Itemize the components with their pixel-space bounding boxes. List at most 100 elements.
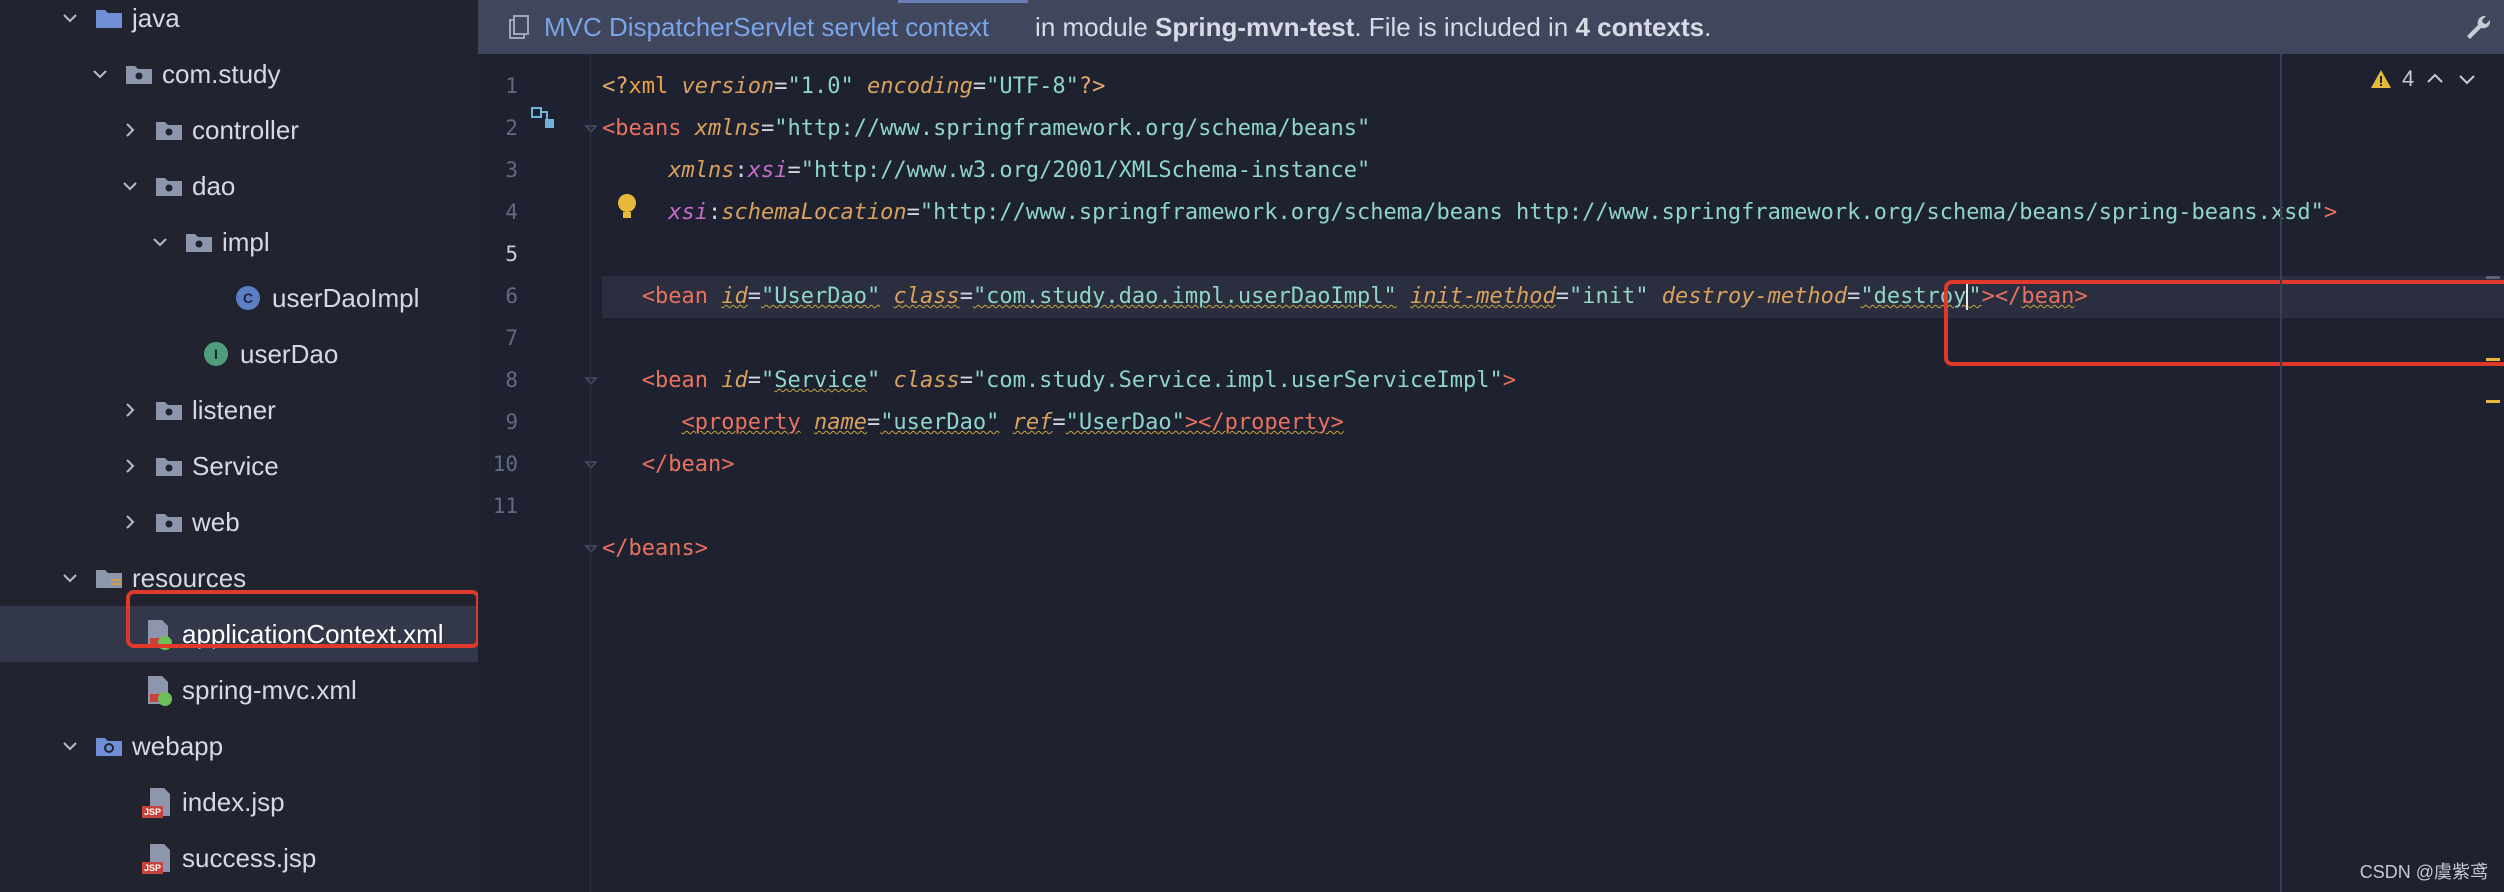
chevron-right-icon[interactable] <box>118 510 142 534</box>
fold-marker-icon[interactable] <box>584 374 598 388</box>
tree-item-impl[interactable]: impl <box>0 214 478 270</box>
chevron-down-icon[interactable] <box>148 230 172 254</box>
editor-gutter: 1 2 3 4 5 6 7 8 9 10 11 <box>478 54 598 892</box>
tree-item-label: web <box>192 506 240 537</box>
tree-item-userdaoimpl[interactable]: CuserDaoImpl <box>0 270 478 326</box>
fold-marker-icon[interactable] <box>584 542 598 556</box>
chevron-right-icon[interactable] <box>118 454 142 478</box>
tree-item-label: com.study <box>162 58 281 89</box>
line-number: 5 <box>505 242 518 266</box>
tree-item-index-jsp[interactable]: JSP index.jsp <box>0 774 478 830</box>
warning-count: 4 <box>2402 66 2415 91</box>
line-number: 7 <box>505 326 518 350</box>
package-icon <box>154 452 184 480</box>
scroll-marker <box>2486 276 2500 279</box>
package-icon <box>124 60 154 88</box>
tree-item-label: listener <box>192 394 276 425</box>
jsp-file-icon: JSP <box>142 842 172 874</box>
warning-icon <box>2371 70 2391 88</box>
chevron-down-icon[interactable] <box>118 174 142 198</box>
tree-item-userdao[interactable]: IuserDao <box>0 326 478 382</box>
class-icon: C <box>236 286 260 310</box>
jsp-tag: JSP <box>142 862 164 874</box>
line-number: 4 <box>505 200 518 224</box>
tree-item-dao[interactable]: dao <box>0 158 478 214</box>
line-number: 2 <box>505 116 518 140</box>
code-line-8: <property name="userDao" ref="UserDao"><… <box>681 410 1344 435</box>
inspection-widget[interactable]: 4 <box>2370 66 2478 92</box>
chevron-right-icon[interactable] <box>118 118 142 142</box>
tree-item-label: resources <box>132 562 247 593</box>
banner-tab-indicator <box>898 0 1028 3</box>
tree-item-label: success.jsp <box>182 842 317 873</box>
tree-item-label: controller <box>192 114 299 145</box>
line-number: 3 <box>505 158 518 182</box>
package-icon <box>154 508 184 536</box>
code-area[interactable]: <?xml version="1.0" encoding="UTF-8"?> <… <box>602 54 2504 892</box>
scroll-marker <box>2486 400 2500 403</box>
scroll-marker <box>2486 358 2500 361</box>
code-line-3: xmlns:xsi="http://www.w3.org/2001/XMLSch… <box>668 158 1371 183</box>
right-margin-guide <box>2280 54 2282 892</box>
code-highlight-box <box>1944 280 2504 366</box>
spring-bean-gutter-icon[interactable] <box>530 106 556 130</box>
line-number: 10 <box>492 452 518 476</box>
package-icon <box>154 396 184 424</box>
tree-item-label: Service <box>192 450 279 481</box>
code-line-9: </bean> <box>641 452 735 477</box>
code-line-2: <beans xmlns="http://www.springframework… <box>602 116 1371 141</box>
tree-item-java[interactable]: java <box>0 0 478 46</box>
tree-item-label: userDao <box>240 338 339 369</box>
tree-item-web[interactable]: web <box>0 494 478 550</box>
chevron-up-icon[interactable] <box>2424 68 2446 90</box>
code-line-4: xsi:schemaLocation="http://www.springfra… <box>668 200 2338 225</box>
chevron-down-icon[interactable] <box>58 566 82 590</box>
fold-marker-icon[interactable] <box>584 122 598 136</box>
tree-item-label: spring-mvc.xml <box>182 674 357 705</box>
line-number: 11 <box>492 494 518 518</box>
jsp-tag: JSP <box>142 806 164 818</box>
code-line-1: <?xml version="1.0" encoding="UTF-8"?> <box>602 74 1106 99</box>
tree-item-controller[interactable]: controller <box>0 102 478 158</box>
package-icon <box>154 116 184 144</box>
tree-item-webapp[interactable]: webapp <box>0 718 478 774</box>
context-link[interactable]: MVC DispatcherServlet servlet context <box>544 12 989 43</box>
banner-contexts-link[interactable]: 4 contexts <box>1575 12 1704 43</box>
lightbulb-icon[interactable] <box>614 192 640 222</box>
fold-marker-icon[interactable] <box>584 458 598 472</box>
code-line-7: <bean id="Service" class="com.study.Serv… <box>641 368 1516 393</box>
file-highlight-box <box>126 590 478 648</box>
line-number: 1 <box>505 74 518 98</box>
fold-separator <box>590 54 591 892</box>
tree-item-label: java <box>132 2 180 33</box>
source-folder-icon <box>94 4 124 32</box>
tree-item-label: userDaoImpl <box>272 282 420 313</box>
code-line-5: <bean id="UserDao" class="com.study.dao.… <box>641 284 2088 310</box>
tree-item-listener[interactable]: listener <box>0 382 478 438</box>
project-tree: java com.study controller dao impl CuserDaoIm… <box>0 0 478 892</box>
chevron-down-icon[interactable] <box>58 734 82 758</box>
chevron-down-icon[interactable] <box>58 6 82 30</box>
line-number: 6 <box>505 284 518 308</box>
spring-xml-icon <box>144 674 172 706</box>
context-icon <box>509 15 529 39</box>
package-icon <box>154 172 184 200</box>
tree-item-com-study[interactable]: com.study <box>0 46 478 102</box>
interface-icon: I <box>204 342 228 366</box>
code-line-11: </beans> <box>602 536 708 561</box>
chevron-down-icon[interactable] <box>2456 68 2478 90</box>
wrench-icon[interactable] <box>2464 13 2492 41</box>
jsp-file-icon: JSP <box>142 786 172 818</box>
tree-item-success-jsp[interactable]: JSP success.jsp <box>0 830 478 886</box>
package-icon <box>184 228 214 256</box>
context-banner: MVC DispatcherServlet servlet context in… <box>478 0 2504 54</box>
line-number: 8 <box>505 368 518 392</box>
banner-text-mid: . File is included in <box>1354 11 1576 42</box>
chevron-right-icon[interactable] <box>118 398 142 422</box>
banner-text-end: . <box>1704 11 1712 42</box>
chevron-down-icon[interactable] <box>88 62 112 86</box>
tree-item-spring-mvc-xml[interactable]: spring-mvc.xml <box>0 662 478 718</box>
tree-item-service[interactable]: Service <box>0 438 478 494</box>
banner-module-name: Spring-mvn-test <box>1155 11 1355 42</box>
watermark: CSDN @虞紫鸢 <box>2359 862 2488 882</box>
